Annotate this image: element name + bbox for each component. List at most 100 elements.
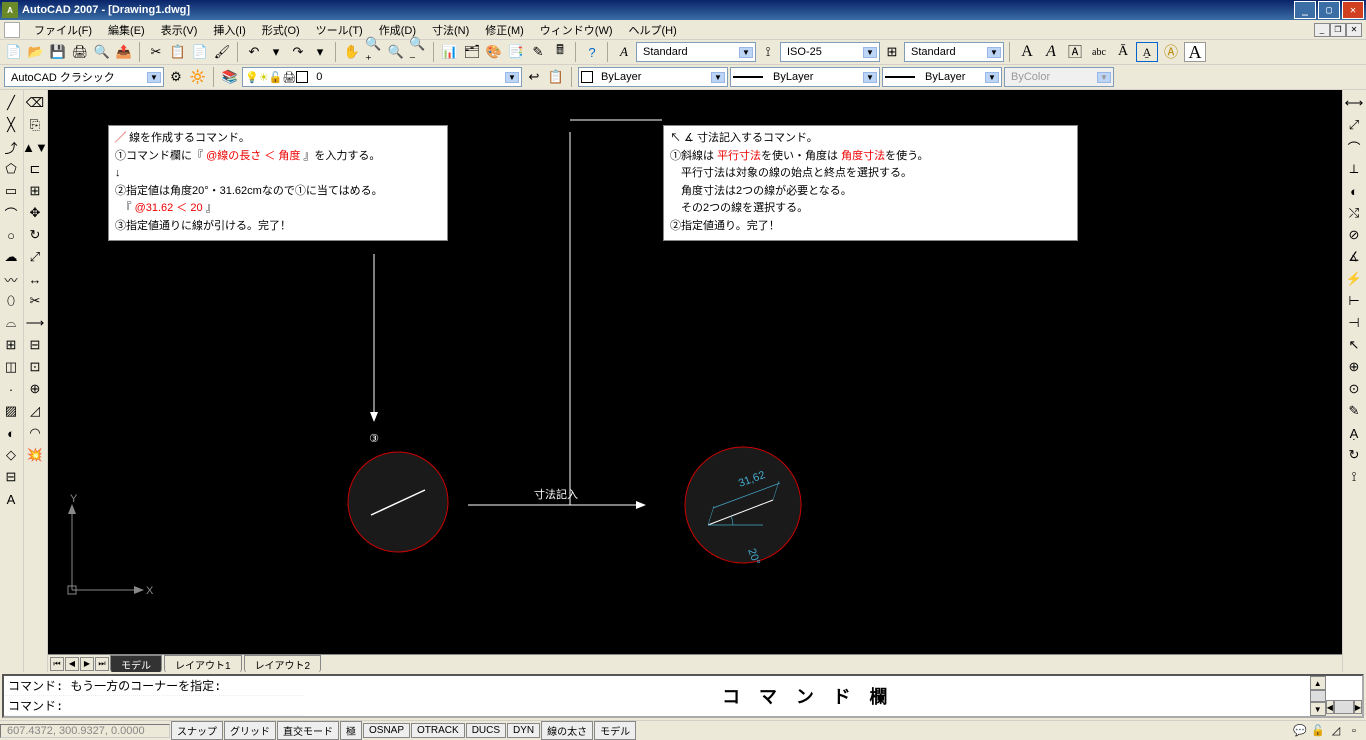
dim-style-dropdown[interactable]: ISO-25▼ [780, 42, 880, 62]
quickcalc-icon[interactable]: 🖩 [550, 42, 570, 62]
menu-dimension[interactable]: 寸法(N) [424, 20, 477, 40]
preview-icon[interactable]: 🔍 [92, 42, 112, 62]
mtext-icon[interactable]: A [0, 488, 22, 510]
redo-list-icon[interactable]: ▾ [310, 42, 330, 62]
workspace-settings-icon[interactable]: ⚙ [166, 67, 186, 87]
scale-icon[interactable]: ⤢ [24, 246, 46, 268]
dim-continue-icon[interactable]: ⊣ [1343, 312, 1365, 334]
properties-icon[interactable]: 📊 [440, 42, 460, 62]
region-icon[interactable]: ◇ [0, 444, 22, 466]
mirror-icon[interactable]: ▲▼ [24, 136, 46, 158]
dim-ordinate-icon[interactable]: ⟂ [1343, 158, 1365, 180]
move-icon[interactable]: ✥ [24, 202, 46, 224]
dimstyle-icon[interactable]: ⟟ [758, 42, 778, 62]
revcloud-icon[interactable]: ☁ [0, 246, 22, 268]
mdi-minimize[interactable]: _ [1314, 23, 1330, 37]
layer-mgr-icon[interactable]: 📚 [220, 67, 240, 87]
menu-edit[interactable]: 編集(E) [100, 20, 153, 40]
minimize-button[interactable]: _ [1294, 1, 1316, 19]
save-icon[interactable]: 💾 [48, 42, 68, 62]
design-center-icon[interactable]: 🗂 [462, 42, 482, 62]
help-icon[interactable]: ? [582, 42, 602, 62]
rotate-icon[interactable]: ↻ [24, 224, 46, 246]
layer-dropdown[interactable]: 💡☀🔓🖨 0▼ [242, 67, 522, 87]
stretch-icon[interactable]: ↔ [24, 268, 46, 290]
mdi-close[interactable]: ✕ [1346, 23, 1362, 37]
ellipse-arc-icon[interactable]: ⌓ [0, 312, 22, 334]
table-icon[interactable]: ⊟ [0, 466, 22, 488]
menu-help[interactable]: ヘルプ(H) [621, 20, 685, 40]
tab-first[interactable]: ⏮ [50, 657, 64, 671]
dim-radius-icon[interactable]: ◐ [1343, 180, 1365, 202]
dim-aligned-icon[interactable]: ⤢ [1343, 114, 1365, 136]
zoom-rt-icon[interactable]: 🔍⁺ [364, 42, 384, 62]
menu-modify[interactable]: 修正(M) [477, 20, 532, 40]
status-ducs[interactable]: DUCS [466, 723, 506, 738]
tray-clean-icon[interactable]: ▫ [1346, 723, 1362, 739]
linetype-dropdown[interactable]: ByLayer▼ [730, 67, 880, 87]
match-icon[interactable]: 🖌 [212, 42, 232, 62]
spline-icon[interactable]: 〰 [0, 268, 22, 290]
tablestyle-icon[interactable]: ⊞ [882, 42, 902, 62]
join-icon[interactable]: ⊕ [24, 378, 46, 400]
color-dropdown[interactable]: ByLayer▼ [578, 67, 728, 87]
gradient-icon[interactable]: ◐ [0, 422, 22, 444]
sheet-set-icon[interactable]: 📑 [506, 42, 526, 62]
status-dyn[interactable]: DYN [507, 723, 540, 738]
explode-icon[interactable]: 💥 [24, 444, 46, 466]
print-icon[interactable]: 🖨 [70, 42, 90, 62]
point-icon[interactable]: · [0, 378, 22, 400]
redo-icon[interactable]: ↷ [288, 42, 308, 62]
insert-block-icon[interactable]: ⊞ [0, 334, 22, 356]
dim-style-icon[interactable]: ⟟ [1343, 466, 1365, 488]
break-icon[interactable]: ⊡ [24, 356, 46, 378]
open-icon[interactable]: 📂 [26, 42, 46, 62]
dim-quick-icon[interactable]: ⚡ [1343, 268, 1365, 290]
text-a-over[interactable]: Ā [1112, 42, 1134, 62]
dim-leader-icon[interactable]: ↖ [1343, 334, 1365, 356]
dim-baseline-icon[interactable]: ⊢ [1343, 290, 1365, 312]
command-hscroll[interactable]: ◀▶ [1326, 700, 1362, 716]
tab-last[interactable]: ⏭ [95, 657, 109, 671]
status-osnap[interactable]: OSNAP [363, 723, 410, 738]
dim-update-icon[interactable]: ↻ [1343, 444, 1365, 466]
undo-list-icon[interactable]: ▾ [266, 42, 286, 62]
tab-layout1[interactable]: レイアウト1 [164, 655, 242, 673]
dim-arc-icon[interactable]: ⌒ [1343, 136, 1365, 158]
break-point-icon[interactable]: ⊟ [24, 334, 46, 356]
menu-window[interactable]: ウィンドウ(W) [532, 20, 621, 40]
new-icon[interactable]: 📄 [4, 42, 24, 62]
xline-icon[interactable]: ╳ [0, 114, 22, 136]
tool-palette-icon[interactable]: 🎨 [484, 42, 504, 62]
command-scroll[interactable]: ▲▼ [1310, 676, 1326, 716]
hatch-icon[interactable]: ▨ [0, 400, 22, 422]
rectangle-icon[interactable]: ▭ [0, 180, 22, 202]
markup-icon[interactable]: ✎ [528, 42, 548, 62]
text-style-dropdown[interactable]: Standard▼ [636, 42, 756, 62]
mdi-restore[interactable]: ❐ [1330, 23, 1346, 37]
dim-edit-icon[interactable]: ✎ [1343, 400, 1365, 422]
dim-angular-icon[interactable]: ∡ [1343, 246, 1365, 268]
maximize-button[interactable]: ▢ [1318, 1, 1340, 19]
textstyle-icon[interactable]: A [614, 42, 634, 62]
text-a-box[interactable]: A̱ [1136, 42, 1158, 62]
fillet-icon[interactable]: ◠ [24, 422, 46, 444]
circle-icon[interactable]: ○ [0, 224, 22, 246]
menu-tools[interactable]: ツール(T) [308, 20, 371, 40]
menu-format[interactable]: 形式(O) [254, 20, 308, 40]
text-a-script[interactable]: 🄰 [1064, 42, 1086, 62]
publish-icon[interactable]: 📤 [114, 42, 134, 62]
status-snap[interactable]: スナップ [171, 721, 223, 740]
array-icon[interactable]: ⊞ [24, 180, 46, 202]
cut-icon[interactable]: ✂ [146, 42, 166, 62]
layer-state-icon[interactable]: 📋 [546, 67, 566, 87]
layer-prev-icon[interactable]: ↩ [524, 67, 544, 87]
undo-icon[interactable]: ↶ [244, 42, 264, 62]
pan-icon[interactable]: ✋ [342, 42, 362, 62]
tab-model[interactable]: モデル [110, 655, 162, 673]
dim-jogged-icon[interactable]: ⤭ [1343, 202, 1365, 224]
status-otrack[interactable]: OTRACK [411, 723, 465, 738]
tab-prev[interactable]: ◀ [65, 657, 79, 671]
close-button[interactable]: ✕ [1342, 1, 1364, 19]
zoom-prev-icon[interactable]: 🔍⁻ [408, 42, 428, 62]
